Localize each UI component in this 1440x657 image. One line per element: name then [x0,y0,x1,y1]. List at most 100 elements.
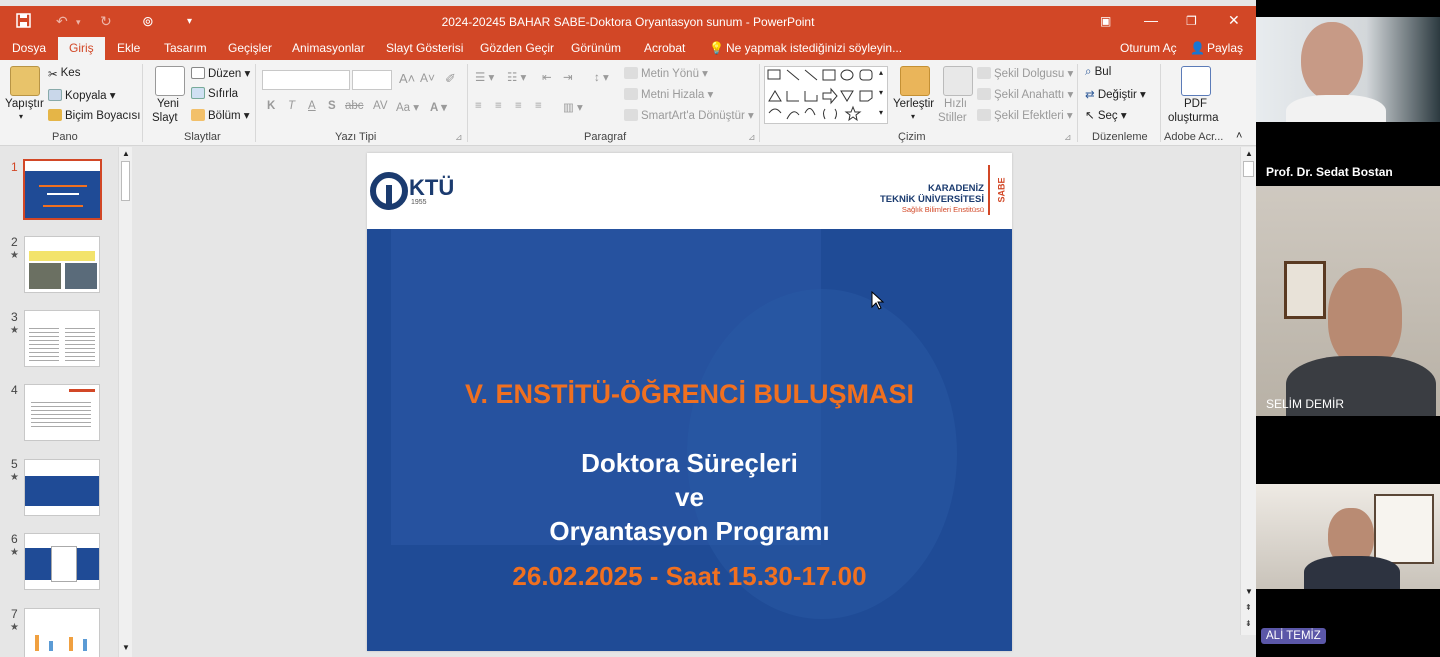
shapes-scroll-down-icon[interactable]: ▾ [879,88,883,97]
align-left-icon[interactable]: ≡ [475,100,482,112]
clipboard-paste-icon[interactable] [10,66,40,96]
slide-canvas[interactable]: KTÜ 1955 KARADENİZ TEKNİK ÜNİVERSİTESİ S… [367,153,1012,651]
video-tile-1[interactable] [1256,17,1440,122]
increase-indent-icon[interactable]: ⇥ [563,70,573,84]
italic-icon[interactable]: T [288,100,295,112]
decrease-indent-icon[interactable]: ⇤ [542,70,552,84]
change-case-icon[interactable]: Aa ▾ [396,100,419,114]
video-tile-2[interactable]: SELİM DEMİR [1256,186,1440,416]
shape-outline-button[interactable]: Şekil Anahattı ▾ [977,87,1073,101]
slide-thumbnail-5[interactable] [24,459,100,516]
columns-icon[interactable]: ▥ ▾ [563,100,583,114]
scroll-up-icon[interactable]: ▲ [122,149,130,158]
quick-styles-icon[interactable] [943,66,973,96]
arrange-button[interactable]: Yerleştir [893,98,934,110]
slide-thumbnail-1[interactable] [23,159,102,220]
scrollbar-thumb[interactable] [1243,161,1254,177]
restore-button[interactable]: ❐ [1186,14,1197,28]
shapes-gallery[interactable] [764,66,888,124]
slide-scrollbar[interactable]: ▲ ▼ ⇞ ⇟ [1240,147,1256,635]
reset-button[interactable]: Sıfırla [191,87,238,100]
scroll-up-icon[interactable]: ▲ [1245,149,1253,158]
find-button[interactable]: ⌕ Bul [1085,66,1111,79]
scroll-down-icon[interactable]: ▼ [122,643,130,652]
tell-me-search[interactable]: Ne yapmak istediğinizi söyleyin... [726,41,902,55]
scroll-down-icon[interactable]: ▼ [1245,587,1253,596]
new-slide-label-1[interactable]: Yeni [157,98,179,110]
cut-button[interactable]: ✂ Kes [48,67,80,81]
underline-icon[interactable]: A [308,100,316,112]
tab-gozden-gecir[interactable]: Gözden Geçir [480,41,554,55]
share-button[interactable]: Paylaş [1207,41,1243,55]
format-painter-button[interactable]: Biçim Boyacısı [48,109,140,122]
slide-thumbnail-6[interactable] [24,533,100,590]
ribbon-display-options-icon[interactable]: ▣ [1100,14,1111,28]
shadow-icon[interactable]: S [328,100,336,112]
copy-button[interactable]: Kopyala ▾ [48,88,116,102]
shape-effects-button[interactable]: Şekil Efektleri ▾ [977,108,1073,122]
numbering-icon[interactable]: ☷ ▾ [507,70,526,84]
bold-icon[interactable]: K [267,100,275,112]
font-size-combo[interactable] [352,70,392,90]
slide-thumbnail-4[interactable] [24,384,100,441]
paste-dropdown-icon[interactable]: ▾ [19,112,23,121]
line-spacing-icon[interactable]: ↕ ▾ [594,70,609,84]
tab-giris[interactable]: Giriş [58,37,105,60]
sign-in-link[interactable]: Oturum Aç [1120,41,1177,55]
strikethrough-icon[interactable]: abc [345,100,364,112]
pdf-label-1[interactable]: PDF [1184,98,1207,110]
slide-thumbnail-7[interactable] [24,608,100,657]
next-slide-icon[interactable]: ⇟ [1245,619,1252,628]
slide-thumbnail-2[interactable] [24,236,100,293]
layout-button[interactable]: Düzen ▾ [191,66,250,80]
font-name-combo[interactable] [262,70,350,90]
new-slide-label-2[interactable]: Slayt [152,112,178,124]
tab-gecisler[interactable]: Geçişler [228,41,272,55]
justify-icon[interactable]: ≡ [535,100,542,112]
text-direction-button[interactable]: Metin Yönü ▾ [624,66,708,80]
font-dialog-launcher-icon[interactable]: ⊿ [455,132,463,143]
arrange-icon[interactable] [900,66,930,96]
tab-dosya[interactable]: Dosya [12,41,46,55]
tab-animasyonlar[interactable]: Animasyonlar [292,41,365,55]
tab-acrobat[interactable]: Acrobat [644,41,685,55]
pdf-label-2[interactable]: oluşturma [1168,112,1219,124]
section-button[interactable]: Bölüm ▾ [191,108,250,122]
new-slide-icon[interactable] [155,66,185,96]
tab-slayt-gosterisi[interactable]: Slayt Gösterisi [386,41,463,55]
quick-styles-label-1[interactable]: Hızlı [944,98,967,110]
shrink-font-icon[interactable]: A˅ [420,71,435,85]
paste-button[interactable]: Yapıştır [5,98,44,110]
collapse-ribbon-icon[interactable]: ˄ [1236,130,1242,142]
thumbnails-scrollbar[interactable]: ▲ ▼ [118,147,132,657]
shapes-more-icon[interactable]: ▾ [879,108,883,117]
align-right-icon[interactable]: ≡ [515,100,522,112]
pdf-create-icon[interactable] [1181,66,1211,96]
tab-ekle[interactable]: Ekle [117,41,140,55]
video-tile-3[interactable] [1256,484,1440,589]
shape-fill-button[interactable]: Şekil Dolgusu ▾ [977,66,1073,80]
quick-styles-label-2[interactable]: Stiller [938,112,967,124]
char-spacing-icon[interactable]: AV [373,100,388,112]
shapes-scroll-up-icon[interactable]: ▴ [879,68,883,77]
arrange-dropdown-icon[interactable]: ▾ [911,112,915,121]
grow-font-icon[interactable]: A˄ [399,71,415,86]
minimize-button[interactable]: — [1144,12,1158,28]
clear-formatting-icon[interactable]: ✐ [445,71,456,87]
bullets-icon[interactable]: ☰ ▾ [475,70,494,84]
smartart-button[interactable]: SmartArt'a Dönüştür ▾ [624,108,754,122]
align-center-icon[interactable]: ≡ [495,100,502,112]
slide-thumbnail-3[interactable] [24,310,100,367]
tab-gorunum[interactable]: Görünüm [571,41,621,55]
slide-heading: V. ENSTİTÜ-ÖĞRENCİ BULUŞMASI [464,379,915,409]
select-button[interactable]: ↖ Seç ▾ [1085,108,1127,122]
paragraph-dialog-launcher-icon[interactable]: ⊿ [748,132,756,143]
tab-tasarim[interactable]: Tasarım [164,41,207,55]
close-button[interactable]: ✕ [1228,12,1240,29]
align-text-button[interactable]: Metni Hizala ▾ [624,87,713,101]
font-color-icon[interactable]: A ▾ [430,100,447,114]
drawing-dialog-launcher-icon[interactable]: ⊿ [1064,132,1072,143]
scrollbar-thumb[interactable] [121,161,130,201]
previous-slide-icon[interactable]: ⇞ [1245,603,1252,612]
replace-button[interactable]: ⇄ Değiştir ▾ [1085,87,1146,101]
